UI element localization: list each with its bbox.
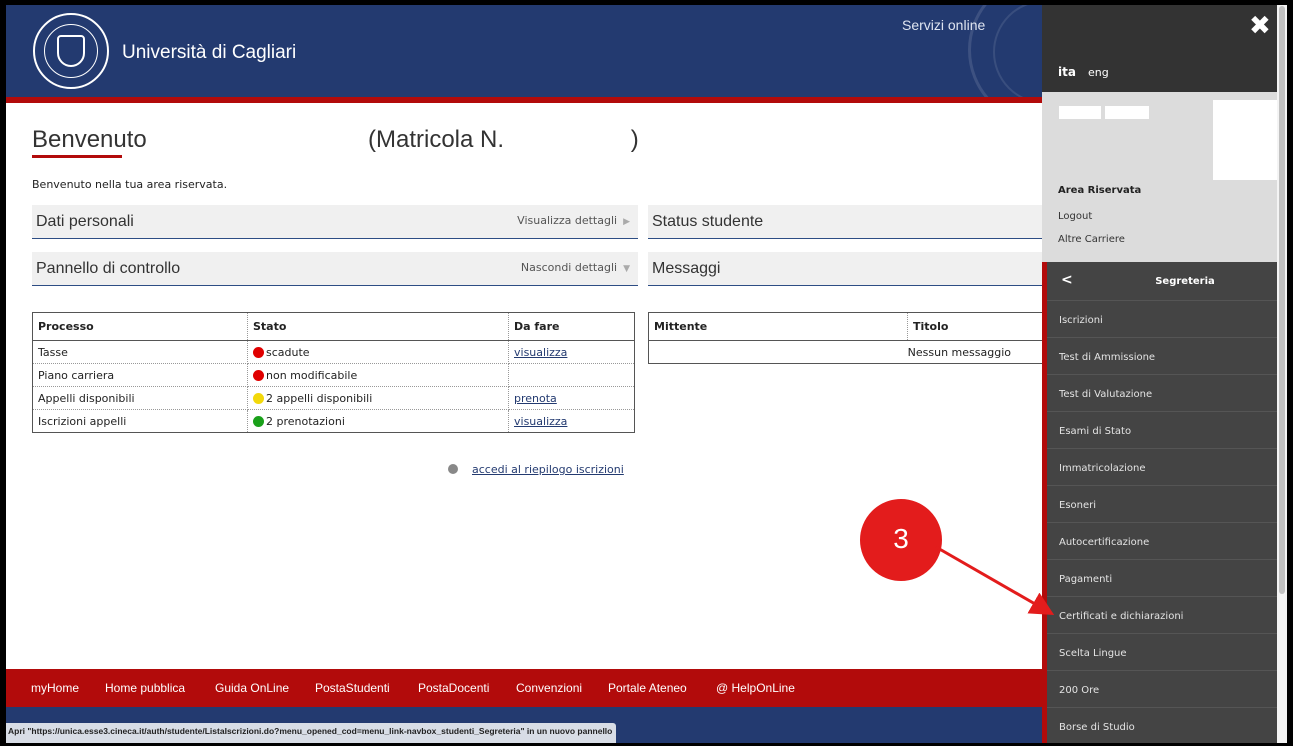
- scrollbar-thumb[interactable]: [1279, 6, 1285, 594]
- annotation-arrow-icon: [935, 545, 1055, 615]
- browser-viewport: Università di Cagliari Servizi online Be…: [6, 5, 1283, 743]
